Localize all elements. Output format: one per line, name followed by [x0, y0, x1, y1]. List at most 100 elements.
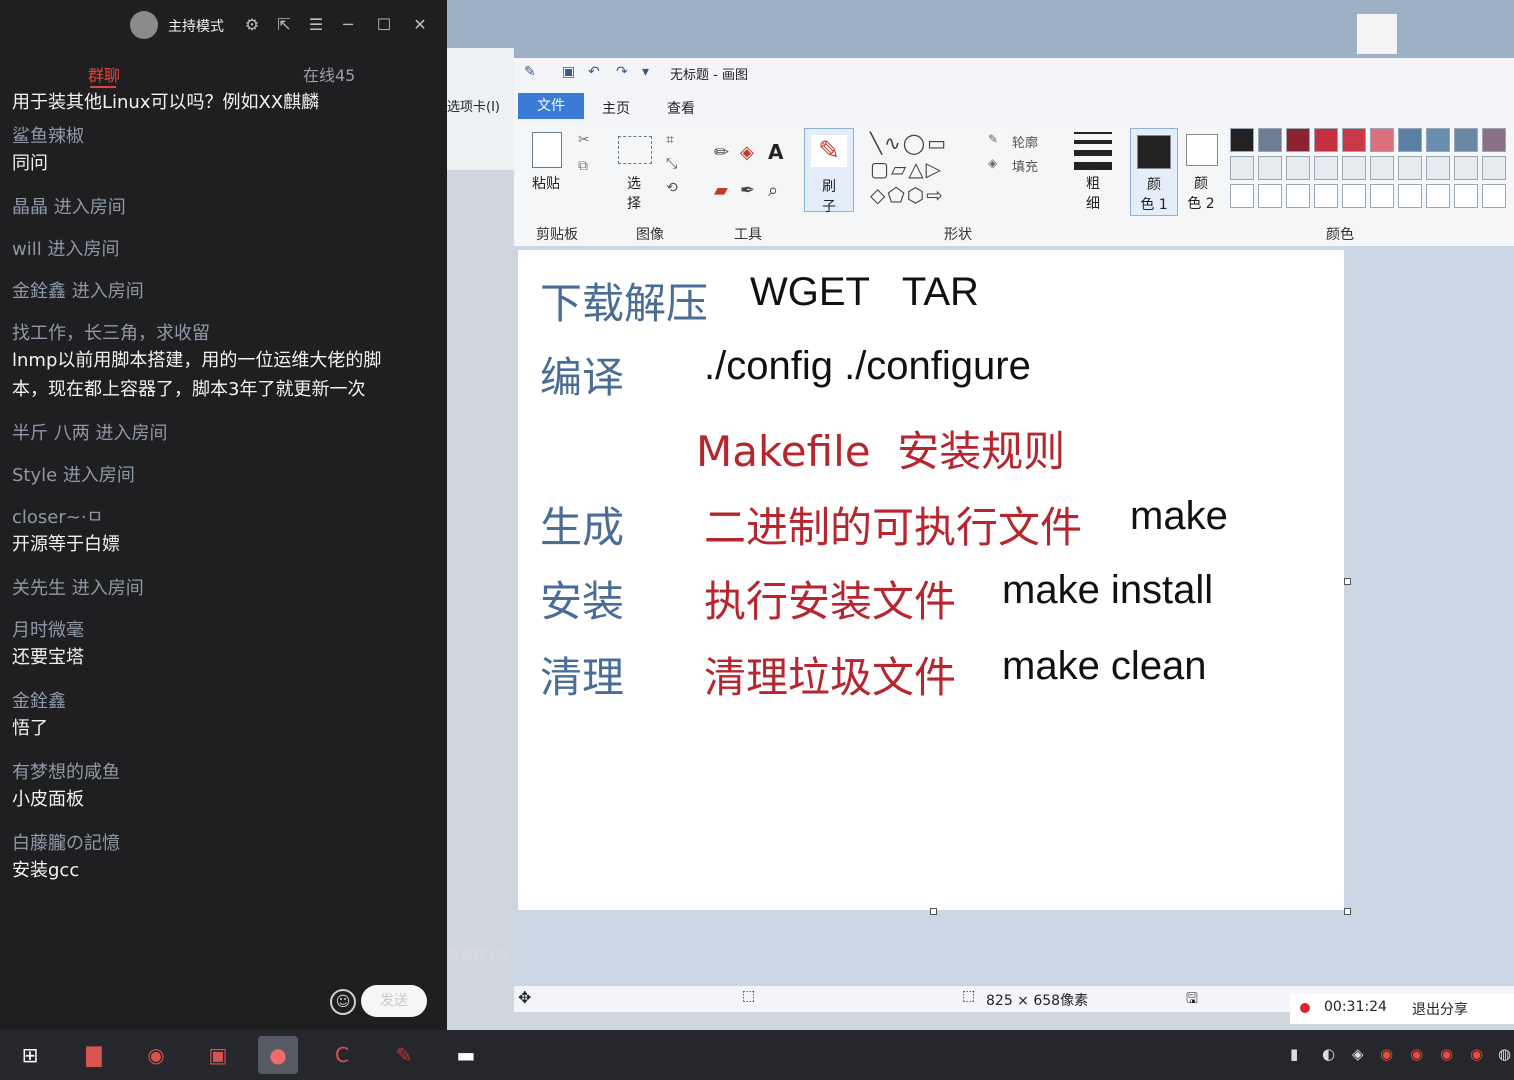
minimize-icon[interactable]: ─ — [338, 15, 358, 35]
palette-color[interactable] — [1258, 156, 1282, 180]
message-author[interactable]: 月时微毫 — [12, 619, 412, 643]
fill-shape-icon[interactable]: ◈ — [988, 156, 997, 170]
message-author[interactable]: 鲨鱼辣椒 — [12, 125, 412, 149]
maximize-icon[interactable]: ☐ — [374, 15, 394, 35]
paste-icon[interactable] — [532, 132, 562, 168]
palette-color[interactable] — [1230, 184, 1254, 208]
palette-color[interactable] — [1426, 184, 1450, 208]
message-author[interactable]: closer~·ㅁ — [12, 506, 412, 530]
message-author[interactable]: 有梦想的咸鱼 — [12, 761, 412, 785]
exit-share-button[interactable]: 退出分享 — [1412, 999, 1468, 1019]
message-author[interactable]: 晶晶 进入房间 — [12, 196, 412, 220]
palette-color[interactable] — [1370, 184, 1394, 208]
palette-color[interactable] — [1314, 184, 1338, 208]
tab-home[interactable]: 主页 — [602, 98, 630, 118]
magnifier-icon[interactable]: ⌕ — [768, 180, 778, 201]
palette-color[interactable] — [1454, 128, 1478, 152]
palette-color[interactable] — [1454, 184, 1478, 208]
palette-color[interactable] — [1286, 156, 1310, 180]
select-label[interactable]: 选 择 — [618, 174, 650, 214]
color2-label[interactable]: 颜 色 2 — [1180, 174, 1222, 214]
screen-icon[interactable]: ▬ — [446, 1036, 486, 1074]
start-icon[interactable]: ⊞ — [10, 1036, 50, 1074]
palette-color[interactable] — [1230, 128, 1254, 152]
meeting-app-icon[interactable]: ● — [258, 1036, 298, 1074]
palette-color[interactable] — [1314, 156, 1338, 180]
pencil-icon[interactable]: ✏ — [714, 142, 729, 163]
message-author[interactable]: 半斤 八两 进入房间 — [12, 422, 412, 446]
size-label[interactable]: 粗 细 — [1074, 174, 1112, 214]
redo-icon[interactable]: ↷ — [616, 64, 628, 80]
host-mode-label[interactable]: 主持模式 — [168, 16, 224, 36]
shapes-gallery[interactable]: ╲∿◯▭ ▢▱△▷ ◇⬠⬡⇨ — [870, 130, 980, 210]
color1-button[interactable]: 颜 色 1 — [1130, 128, 1178, 216]
tray-icon[interactable]: ◉ — [1440, 1045, 1453, 1063]
tray-icon[interactable]: ◍ — [1498, 1045, 1511, 1063]
undo-icon[interactable]: ↶ — [588, 64, 600, 80]
palette-color[interactable] — [1286, 184, 1310, 208]
palette-color[interactable] — [1314, 128, 1338, 152]
palette-color[interactable] — [1230, 156, 1254, 180]
copy-icon[interactable]: ⧉ — [578, 158, 588, 174]
resize-icon[interactable]: ⤡ — [666, 156, 677, 172]
message-author[interactable]: 金銓鑫 进入房间 — [12, 280, 412, 304]
palette-color[interactable] — [1342, 128, 1366, 152]
message-list[interactable]: 用于装其他Linux可以吗？例如XX麒麟 鲨鱼辣椒 同问 晶晶 进入房间 will 进入… — [12, 88, 412, 903]
palette-color[interactable] — [1398, 128, 1422, 152]
outline-icon[interactable]: ✎ — [988, 132, 998, 146]
menu-icon[interactable]: ☰ — [306, 15, 326, 35]
tab-online[interactable]: 在线45 — [303, 62, 355, 86]
tab-file[interactable]: 文件 — [518, 93, 584, 119]
fill-icon[interactable]: ◈ — [740, 142, 754, 163]
app-c-icon[interactable]: C — [322, 1036, 362, 1074]
microphone-icon[interactable]: ▮ — [1290, 1045, 1298, 1063]
line-size-icon[interactable] — [1074, 132, 1112, 170]
palette-color[interactable] — [1342, 156, 1366, 180]
palette-color[interactable] — [1258, 184, 1282, 208]
customize-icon[interactable]: ▾ — [642, 64, 649, 80]
save-icon[interactable]: ▣ — [562, 64, 575, 80]
message-author[interactable]: 金銓鑫 — [12, 690, 412, 714]
file-explorer-icon[interactable]: ▇ — [74, 1036, 114, 1074]
tab-group-chat[interactable]: 群聊 — [88, 62, 120, 86]
message-author[interactable]: will 进入房间 — [12, 238, 412, 262]
avatar[interactable] — [130, 11, 158, 39]
palette-color[interactable] — [1482, 128, 1506, 152]
color-picker-icon[interactable]: ✒ — [740, 180, 755, 201]
tray-icon[interactable]: ◐ — [1322, 1045, 1335, 1063]
resize-handle-corner[interactable] — [1344, 908, 1351, 915]
resize-handle-right[interactable] — [1344, 578, 1351, 585]
cut-icon[interactable]: ✂ — [578, 132, 590, 148]
message-author[interactable]: Style 进入房间 — [12, 464, 412, 488]
palette-color[interactable] — [1482, 184, 1506, 208]
palette-color[interactable] — [1398, 184, 1422, 208]
text-icon[interactable]: A — [768, 140, 783, 164]
app-icon[interactable]: ▣ — [198, 1036, 238, 1074]
paint-taskbar-icon[interactable]: ✎ — [384, 1036, 424, 1074]
paint-app-icon[interactable]: ✎ — [524, 64, 536, 80]
palette-color[interactable] — [1258, 128, 1282, 152]
message-author[interactable]: 关先生 进入房间 — [12, 577, 412, 601]
tray-icon[interactable]: ◉ — [1380, 1045, 1393, 1063]
tab-view[interactable]: 查看 — [667, 98, 695, 118]
tray-icon[interactable]: ◈ — [1352, 1045, 1364, 1063]
brush-button[interactable]: ✎ 刷 子 — [804, 128, 854, 215]
eraser-icon[interactable]: ▰ — [714, 180, 728, 201]
message-author[interactable]: 白藤朧の記憶 — [12, 832, 412, 856]
crop-icon[interactable]: ⌗ — [666, 132, 674, 148]
drawing-canvas[interactable]: 下载解压 WGET TAR 编译 ./config ./configure Ma… — [518, 250, 1344, 910]
tray-icon[interactable]: ◉ — [1410, 1045, 1423, 1063]
fill-label[interactable]: 填充 — [1012, 156, 1038, 175]
share-icon[interactable]: ⇱ — [274, 15, 294, 35]
color2-swatch[interactable] — [1186, 134, 1218, 166]
settings-icon[interactable]: ⚙ — [242, 15, 262, 35]
paste-label[interactable]: 粘贴 — [526, 174, 566, 194]
palette-color[interactable] — [1426, 128, 1450, 152]
select-icon[interactable] — [618, 136, 652, 164]
palette-color[interactable] — [1370, 128, 1394, 152]
palette-color[interactable] — [1370, 156, 1394, 180]
browser-icon[interactable]: ◉ — [136, 1036, 176, 1074]
palette-color[interactable] — [1342, 184, 1366, 208]
message-author[interactable]: 找工作，长三角，求收留 — [12, 322, 412, 346]
close-icon[interactable]: ✕ — [410, 15, 430, 35]
